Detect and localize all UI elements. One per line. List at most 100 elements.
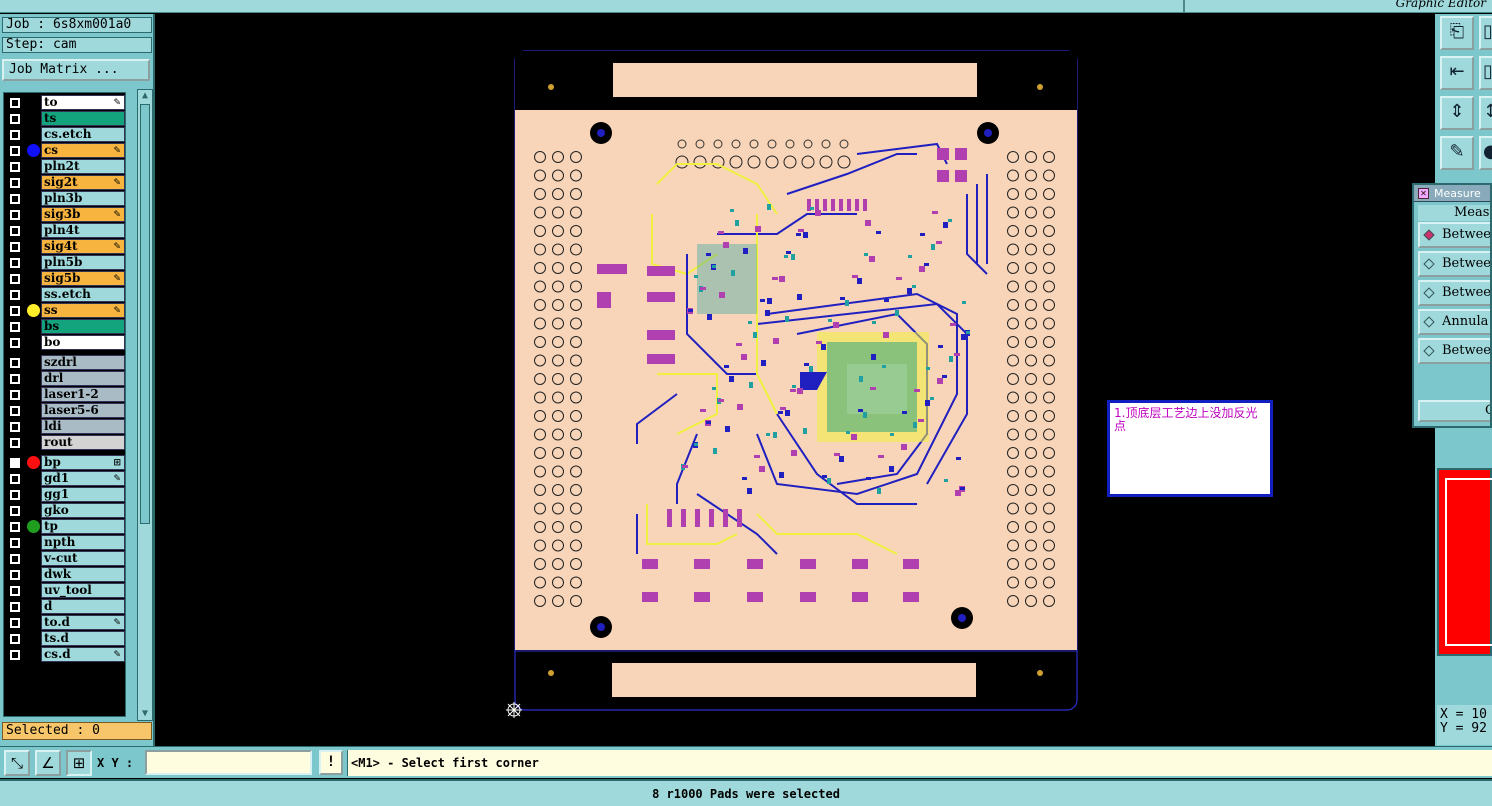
layer-row[interactable]: cs.etch: [4, 127, 125, 142]
layer-checkbox[interactable]: [10, 422, 20, 432]
layer-row[interactable]: to ✎: [4, 95, 125, 110]
measure-option[interactable]: Annula: [1418, 309, 1490, 335]
toolbar-button-partial[interactable]: ▯: [1479, 16, 1492, 50]
layer-checkbox[interactable]: [10, 274, 20, 284]
measure-option[interactable]: Betwee: [1418, 222, 1490, 248]
layer-checkbox[interactable]: [10, 258, 20, 268]
toolbar-button-partial[interactable]: ↕: [1479, 96, 1492, 130]
layer-row[interactable]: ss.etch: [4, 287, 125, 302]
layer-row[interactable]: gd1 ✎: [4, 471, 125, 486]
pcb-view[interactable]: [157, 14, 1435, 746]
layer-name[interactable]: ldi: [41, 419, 125, 434]
layer-checkbox[interactable]: [10, 306, 20, 316]
layer-row[interactable]: cs ✎: [4, 143, 125, 158]
layer-name[interactable]: pln3b: [41, 191, 125, 206]
layer-name[interactable]: drl: [41, 371, 125, 386]
layer-name[interactable]: bs: [41, 319, 125, 334]
layer-row[interactable]: v-cut: [4, 551, 125, 566]
layer-name[interactable]: sig4t ✎: [41, 239, 125, 254]
layer-name[interactable]: bo: [41, 335, 125, 350]
layer-row[interactable]: pln3b: [4, 191, 125, 206]
layer-name[interactable]: pln5b: [41, 255, 125, 270]
layer-checkbox[interactable]: [10, 634, 20, 644]
layer-name[interactable]: sig5b ✎: [41, 271, 125, 286]
layer-name[interactable]: dwk: [41, 567, 125, 582]
layer-row[interactable]: bp ⊞: [4, 455, 125, 470]
layer-name[interactable]: to ✎: [41, 95, 125, 110]
graphic-canvas[interactable]: [157, 14, 1435, 746]
zoom-home-icon[interactable]: ⎗: [1440, 16, 1474, 50]
layer-checkbox[interactable]: [10, 162, 20, 172]
layer-row[interactable]: szdrl: [4, 355, 125, 370]
layer-checkbox[interactable]: [10, 194, 20, 204]
grid-snap-icon[interactable]: ⊞: [66, 750, 92, 776]
layer-name[interactable]: laser5-6: [41, 403, 125, 418]
layer-checkbox[interactable]: [10, 322, 20, 332]
layer-name[interactable]: gd1 ✎: [41, 471, 125, 486]
layer-checkbox[interactable]: [10, 438, 20, 448]
layer-name[interactable]: d: [41, 599, 125, 614]
layer-name[interactable]: ts.d: [41, 631, 125, 646]
layer-checkbox[interactable]: [10, 146, 20, 156]
layer-row[interactable]: drl: [4, 371, 125, 386]
layer-checkbox[interactable]: [10, 390, 20, 400]
layer-name[interactable]: cs.etch: [41, 127, 125, 142]
layer-name[interactable]: gg1: [41, 487, 125, 502]
layer-checkbox[interactable]: [10, 474, 20, 484]
layer-checkbox[interactable]: [10, 338, 20, 348]
layer-row[interactable]: sig2t ✎: [4, 175, 125, 190]
layer-checkbox[interactable]: [10, 458, 20, 468]
layer-checkbox[interactable]: [10, 178, 20, 188]
layer-checkbox[interactable]: [10, 618, 20, 628]
layer-checkbox[interactable]: [10, 538, 20, 548]
measure-option[interactable]: Betwee: [1418, 338, 1490, 364]
layer-name[interactable]: ss.etch: [41, 287, 125, 302]
layer-name[interactable]: laser1-2: [41, 387, 125, 402]
layer-row[interactable]: gg1: [4, 487, 125, 502]
layer-name[interactable]: gko: [41, 503, 125, 518]
layer-row[interactable]: laser1-2: [4, 387, 125, 402]
layer-name[interactable]: pln2t: [41, 159, 125, 174]
layer-checkbox[interactable]: [10, 406, 20, 416]
layer-checkbox[interactable]: [10, 522, 20, 532]
layer-list[interactable]: to ✎ ts cs.etch cs ✎ pln2t sig2t ✎ pln3b sig3b ✎ pln…: [3, 92, 126, 717]
scroll-down-icon[interactable]: ▼: [139, 708, 151, 720]
layer-row[interactable]: ldi: [4, 419, 125, 434]
layer-checkbox[interactable]: [10, 226, 20, 236]
layer-row[interactable]: rout: [4, 435, 125, 450]
layer-row[interactable]: d: [4, 599, 125, 614]
warning-button[interactable]: !: [319, 750, 343, 775]
layer-row[interactable]: uv_tool: [4, 583, 125, 598]
layer-name[interactable]: to.d ✎: [41, 615, 125, 630]
layer-checkbox[interactable]: [10, 506, 20, 516]
xy-input[interactable]: [145, 750, 312, 775]
layer-checkbox[interactable]: [10, 114, 20, 124]
layer-row[interactable]: gko: [4, 503, 125, 518]
layer-name[interactable]: pln4t: [41, 223, 125, 238]
layer-name[interactable]: uv_tool: [41, 583, 125, 598]
layer-row[interactable]: ss ✎: [4, 303, 125, 318]
fit-icon[interactable]: ⇤: [1440, 56, 1474, 90]
layer-checkbox[interactable]: [10, 490, 20, 500]
layer-checkbox[interactable]: [10, 358, 20, 368]
layer-name[interactable]: szdrl: [41, 355, 125, 370]
layer-checkbox[interactable]: [10, 650, 20, 660]
layer-name[interactable]: sig3b ✎: [41, 207, 125, 222]
layer-row[interactable]: tp: [4, 519, 125, 534]
layer-name[interactable]: npth: [41, 535, 125, 550]
measure-close-button[interactable]: C: [1418, 400, 1490, 422]
measure-option[interactable]: Betwee: [1418, 251, 1490, 277]
measure-tool-icon[interactable]: ✎: [1440, 136, 1474, 170]
layer-row[interactable]: ts.d: [4, 631, 125, 646]
layer-row[interactable]: pln2t: [4, 159, 125, 174]
layer-checkbox[interactable]: [10, 586, 20, 596]
annotation-note[interactable]: 1.顶底层工艺边上没加反光点: [1107, 400, 1273, 497]
job-matrix-button[interactable]: Job Matrix ...: [2, 59, 150, 81]
layer-name[interactable]: cs ✎: [41, 143, 125, 158]
layer-checkbox[interactable]: [10, 570, 20, 580]
resize-icon[interactable]: ⇕: [1440, 96, 1474, 130]
layer-row[interactable]: sig5b ✎: [4, 271, 125, 286]
layer-checkbox[interactable]: [10, 98, 20, 108]
layer-name[interactable]: rout: [41, 435, 125, 450]
layer-row[interactable]: dwk: [4, 567, 125, 582]
